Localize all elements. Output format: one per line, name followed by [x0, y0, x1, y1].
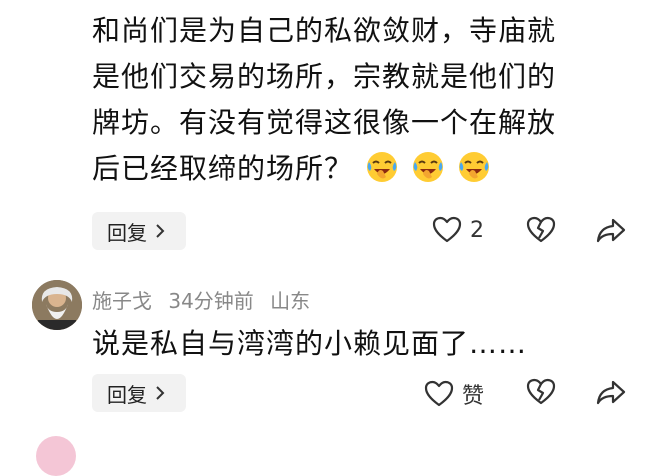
comment-meta: 施子戈 34分钟前 山东	[92, 285, 320, 314]
broken-heart-icon	[526, 216, 556, 243]
comment-line: 和尚们是为自己的私欲敛财，寺庙就	[92, 14, 557, 47]
crying-laughing-emoji-icon	[458, 152, 489, 182]
comment-line: 是他们交易的场所，宗教就是他们的	[92, 60, 557, 93]
like-button[interactable]: 赞	[424, 378, 484, 410]
like-count: 2	[470, 217, 484, 243]
heart-outline-icon	[424, 380, 454, 407]
share-arrow-icon	[596, 218, 626, 243]
heart-outline-icon	[432, 216, 462, 243]
comment-line: 牌坊。有没有觉得这很像一个在解放	[92, 106, 557, 139]
comment-location: 山东	[270, 289, 311, 313]
avatar[interactable]	[32, 280, 82, 330]
like-label: 赞	[462, 384, 485, 409]
comment-text: 和尚们是为自己的私欲敛财，寺庙就 是他们交易的场所，宗教就是他们的 牌坊。有没有…	[92, 8, 637, 192]
crying-laughing-emoji-icon	[412, 152, 443, 182]
avatar[interactable]	[36, 436, 76, 476]
username[interactable]: 施子戈	[92, 289, 152, 313]
reply-button[interactable]: 回复	[92, 212, 186, 250]
broken-heart-icon	[526, 378, 556, 405]
comment-time: 34分钟前	[168, 289, 254, 313]
comment-line: 后已经取缔的场所？	[92, 146, 637, 192]
comment-text: 说是私自与湾湾的小赖见面了……	[92, 327, 528, 360]
reply-label: 回复	[107, 220, 147, 245]
dislike-button[interactable]	[526, 216, 556, 244]
share-button[interactable]	[596, 379, 626, 405]
share-button[interactable]	[596, 217, 626, 243]
share-arrow-icon	[596, 380, 626, 405]
chevron-right-icon	[156, 386, 165, 400]
dislike-button[interactable]	[526, 378, 556, 406]
reply-label: 回复	[107, 382, 147, 407]
reply-button[interactable]: 回复	[92, 374, 186, 412]
comment-line-text: 后已经取缔的场所？	[92, 152, 354, 185]
chevron-right-icon	[156, 224, 165, 238]
like-button[interactable]: 2	[432, 216, 484, 244]
crying-laughing-emoji-icon	[366, 152, 397, 182]
user-avatar-icon	[32, 280, 82, 330]
